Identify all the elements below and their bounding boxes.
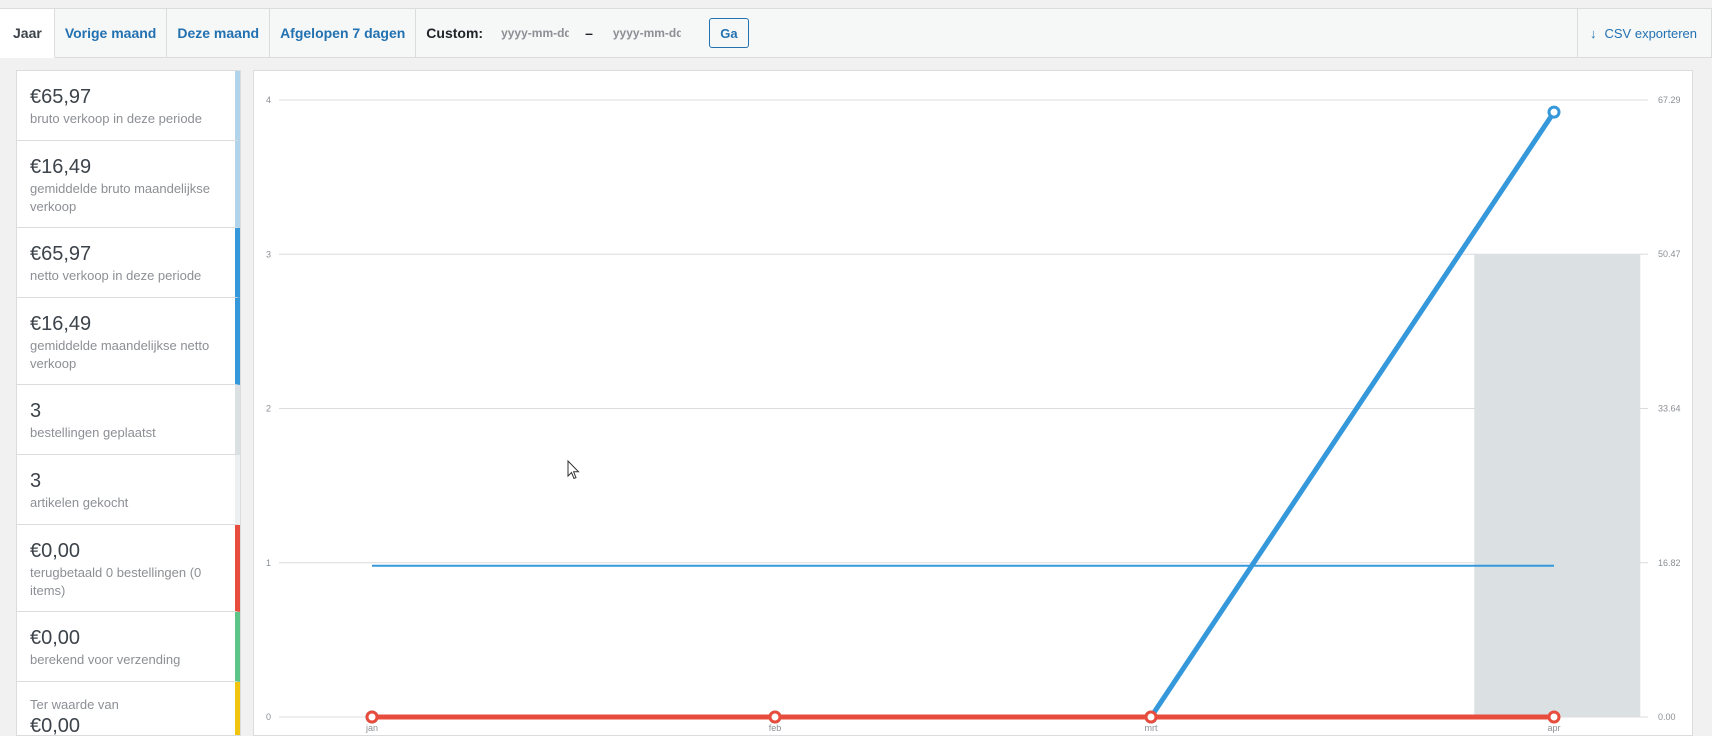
custom-range: Custom: – Ga [416, 9, 749, 57]
chart-legend: €65,97 bruto verkoop in deze periode €16,4… [16, 70, 241, 736]
left-tick-label: 4 [266, 95, 271, 105]
tab-this-month[interactable]: Deze maand [167, 9, 271, 57]
left-tick-label: 1 [266, 558, 271, 568]
left-tick-label: 0 [266, 712, 271, 722]
data-point [1547, 105, 1561, 119]
tab-last-month[interactable]: Vorige maand [55, 9, 168, 57]
x-tick-label: apr [1547, 723, 1560, 733]
tab-last-7-days[interactable]: Afgelopen 7 dagen [270, 9, 417, 57]
x-tick-label: jan [365, 723, 378, 733]
legend-item[interactable]: 3 bestellingen geplaatst [17, 385, 240, 455]
report-range-bar: Jaar Vorige maand Deze maand Afgelopen 7… [0, 8, 1712, 58]
legend-amount: 3 [30, 400, 42, 422]
legend-amount: €16,49 [30, 156, 92, 178]
legend-amount: €0,00 [30, 715, 81, 736]
date-separator: – [585, 25, 593, 41]
left-tick-label: 3 [266, 249, 271, 259]
legend-description: artikelen gekocht [30, 495, 129, 510]
go-button[interactable]: Ga [708, 18, 749, 48]
legend-item[interactable]: €16,49 gemiddelde maandelijkse netto verk… [17, 298, 240, 385]
legend-amount: €65,97 [30, 86, 92, 108]
download-arrow-icon: ↓ [1590, 25, 1597, 41]
data-point [1144, 710, 1158, 724]
data-point [1547, 710, 1561, 724]
legend-item[interactable]: €16,49 gemiddelde bruto maandelijkse verk… [17, 141, 240, 228]
sales-chart: 0 1 2 3 4 0.00 16.82 33.64 50.47 67.29 jan feb mrt ap… [266, 95, 1681, 733]
legend-item[interactable]: €65,97 netto verkoop in deze periode [17, 228, 240, 298]
x-tick-label: feb [769, 723, 782, 733]
legend-amount: €16,49 [30, 313, 92, 335]
csv-export-label: CSV exporteren [1604, 25, 1698, 41]
legend-description: bruto verkoop in deze periode [30, 111, 203, 126]
csv-export-button[interactable]: ↓ CSV exporteren [1577, 9, 1711, 57]
legend-item[interactable]: 3 artikelen gekocht [17, 455, 240, 525]
end-date-input[interactable] [606, 20, 687, 46]
legend-prefix: Ter waarde van [30, 697, 119, 712]
legend-description: gemiddelde maandelijkse netto verkoop [30, 338, 210, 371]
series-line [372, 110, 1557, 720]
legend-description: gemiddelde bruto maandelijkse verkoop [30, 181, 210, 214]
legend-description: netto verkoop in deze periode [30, 268, 202, 283]
legend-amount: €0,00 [30, 627, 81, 649]
custom-label: Custom: [426, 25, 484, 41]
legend-item[interactable]: €65,97 bruto verkoop in deze periode [17, 71, 240, 141]
legend-item[interactable]: €0,00 terugbetaald 0 bestellingen (0 item… [17, 525, 240, 612]
data-point [365, 710, 379, 724]
legend-description: terugbetaald 0 bestellingen (0 items) [30, 565, 202, 598]
right-tick-label: 33.64 [1658, 404, 1681, 414]
legend-item[interactable]: €0,00 berekend voor verzending [17, 612, 240, 682]
legend-description: bestellingen geplaatst [30, 425, 156, 440]
legend-amount: €65,97 [30, 243, 92, 265]
right-tick-label: 67.29 [1658, 95, 1681, 105]
x-tick-label: mrt [1145, 723, 1158, 733]
right-tick-label: 16.82 [1658, 558, 1681, 568]
start-date-input[interactable] [495, 20, 576, 46]
orders-bar [1474, 254, 1641, 717]
legend-amount: 3 [30, 470, 42, 492]
right-tick-label: 50.47 [1658, 249, 1681, 259]
left-tick-label: 2 [266, 404, 271, 414]
legend-description: berekend voor verzending [30, 652, 181, 667]
mouse-cursor-icon [567, 460, 580, 480]
tab-year[interactable]: Jaar [0, 9, 55, 58]
right-tick-label: 0.00 [1658, 712, 1676, 722]
data-point [768, 710, 782, 724]
legend-item[interactable]: Ter waarde van €0,00 [17, 682, 240, 736]
chart-panel: 0 1 2 3 4 0.00 16.82 33.64 50.47 67.29 jan feb mrt ap… [253, 70, 1693, 736]
legend-amount: €0,00 [30, 540, 81, 562]
